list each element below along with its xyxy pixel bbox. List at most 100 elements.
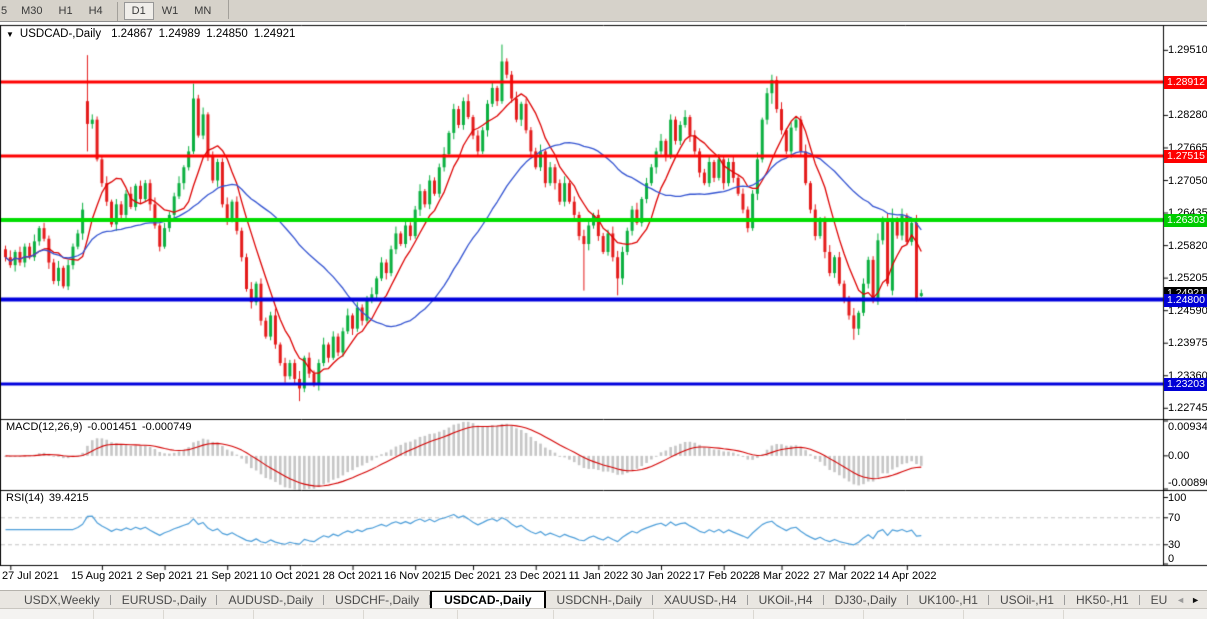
status-separator [363,610,364,619]
ohlc-low: 1.24850 [206,28,248,40]
chart-tab-label: USOil-,H1 [1000,593,1054,607]
macd-tick-label: -0.008902 [1168,477,1207,489]
date-label: 23 Dec 2021 [504,570,566,582]
chart-tab-label: XAUUSD-,H4 [664,593,737,607]
timeframe-button[interactable]: MN [186,2,219,20]
status-separator [963,610,964,619]
chart-tab[interactable]: DJ30-,Daily [824,591,908,609]
price-level-badge: 1.27515 [1164,150,1207,163]
timeframe-toolbar: 5 M30 H1 H4 D1 W1 MN [0,0,1207,22]
chart-tab[interactable]: HK50-,H1 [1065,591,1140,609]
chart-tab-label: EU [1151,593,1168,607]
chart-tab[interactable]: USOil-,H1 [989,591,1065,609]
chart-title: ▼ USDCAD-,Daily 1.24867 1.24989 1.24850 … [6,28,301,40]
timeframe-button-label: 5 [1,5,7,17]
timeframe-button[interactable]: W1 [154,2,187,20]
macd-name: MACD(12,26,9) [6,421,82,433]
chart-tab[interactable]: UK100-,H1 [908,591,989,609]
status-separator [93,610,94,619]
timeframe-button[interactable]: H4 [81,2,111,20]
price-tick-label: 1.28280 [1168,109,1207,121]
price-tick-label: 1.29510 [1168,44,1207,56]
chart-tab-label: USDCNH-,Daily [557,593,642,607]
rsi-value: 39.4215 [49,492,89,504]
timeframe-button[interactable]: H1 [51,2,81,20]
chart-symbol-label: USDCAD-,Daily [20,28,101,40]
tabs-scroll-left-icon[interactable]: ◄ [1173,595,1188,605]
timeframe-button-label: D1 [132,5,146,17]
chart-tab[interactable]: AUDUSD-,Daily [217,591,324,609]
date-label: 30 Jan 2022 [631,570,692,582]
macd-tick-label: 0.009345 [1168,421,1207,433]
ohlc-high: 1.24989 [159,28,201,40]
status-separator [253,610,254,619]
status-separator [163,610,164,619]
chart-tab[interactable]: USDX,Weekly [13,591,111,609]
price-level-badge: 1.26303 [1164,214,1207,227]
chart-tab-label: HK50-,H1 [1076,593,1129,607]
chart-tab-label: USDCHF-,Daily [335,593,419,607]
timeframe-button-label: H1 [59,5,73,17]
status-bar [0,608,1207,619]
macd-indicator-label: MACD(12,26,9) -0.001451 -0.000749 [6,421,197,433]
price-tick-label: 1.22745 [1168,402,1207,414]
timeframe-button[interactable]: D1 [124,2,154,20]
macd-tick-label: 0.00 [1168,450,1189,462]
timeframe-button[interactable]: M30 [13,2,50,20]
date-label: 15 Aug 2021 [71,570,133,582]
chart-tab-label: USDCAD-,Daily [444,593,531,607]
rsi-tick-label: 30 [1168,539,1180,551]
date-label: 11 Jan 2022 [568,570,628,582]
tab-scroll-controls: ◄ ► [1171,591,1207,609]
status-separator [753,610,754,619]
timeframe-button-label: M30 [21,5,42,17]
rsi-tick-label: 70 [1168,512,1180,524]
price-tick-label: 1.25205 [1168,272,1207,284]
trading-platform-window: 5 M30 H1 H4 D1 W1 MN ▼ USDCAD-,Daily 1.2… [0,0,1207,619]
chart-tabbar: USDX,Weekly EURUSD-,Daily AUDUSD-,Daily USD… [0,590,1207,609]
chart-tab[interactable]: EURUSD-,Daily [111,591,218,609]
status-separator [1063,610,1064,619]
date-label: 14 Apr 2022 [877,570,936,582]
macd-value-signal: -0.000749 [142,421,192,433]
date-label: 5 Dec 2021 [445,570,501,582]
chart-tab[interactable]: UKOil-,H4 [748,591,824,609]
rsi-name: RSI(14) [6,492,44,504]
status-separator [457,610,458,619]
date-label: 8 Mar 2022 [754,570,810,582]
chart-tab[interactable]: XAUUSD-,H4 [653,591,748,609]
chart-tab-label: AUDUSD-,Daily [228,593,313,607]
date-label: 17 Feb 2022 [693,570,755,582]
status-separator [863,610,864,619]
chart-tab-label: EURUSD-,Daily [122,593,207,607]
chart-tab[interactable]: USDCNH-,Daily [546,591,653,609]
chart-tab[interactable]: USDCAD-,Daily [430,591,545,609]
chart-tab-label: UKOil-,H4 [759,593,813,607]
price-tick-label: 1.27050 [1168,175,1207,187]
status-separator [653,610,654,619]
status-separator [553,610,554,619]
timeframe-button[interactable]: 5 [0,2,13,20]
rsi-indicator-label: RSI(14) 39.4215 [6,492,94,504]
price-tick-label: 1.25820 [1168,240,1207,252]
date-label: 2 Sep 2021 [136,570,192,582]
date-label: 21 Sep 2021 [196,570,258,582]
price-level-badge: 1.24800 [1164,294,1207,307]
timeframe-button-label: W1 [162,5,179,17]
chart-tab-label: UK100-,H1 [919,593,978,607]
rsi-tick-label: 100 [1168,492,1186,504]
macd-value-main: -0.001451 [87,421,137,433]
price-level-badge: 1.28912 [1164,76,1207,89]
timeframe-button-label: MN [194,5,211,17]
price-tick-label: 1.23975 [1168,337,1207,349]
chart-tab[interactable]: EU [1140,591,1171,609]
price-level-badge: 1.23203 [1164,378,1207,391]
chart-tab[interactable]: USDCHF-,Daily [324,591,430,609]
chevron-down-icon[interactable]: ▼ [6,30,14,39]
chart-canvas[interactable] [0,0,1207,619]
chart-tab-label: USDX,Weekly [24,593,100,607]
chart-tab-label: DJ30-,Daily [835,593,897,607]
tabs-scroll-right-icon[interactable]: ► [1188,595,1203,605]
timeframe-button-label: H4 [89,5,103,17]
ohlc-open: 1.24867 [111,28,153,40]
